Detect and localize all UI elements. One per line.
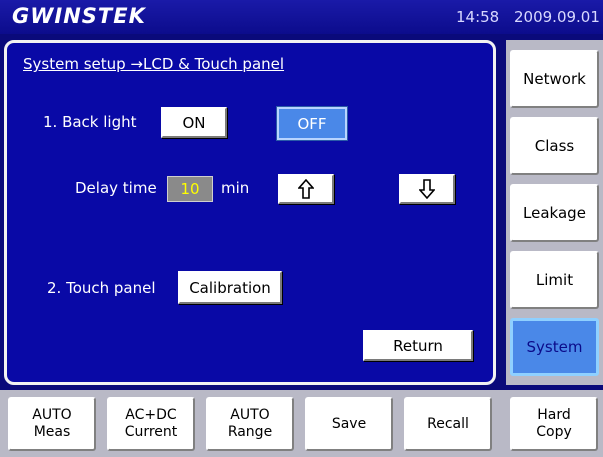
delay-increase-button[interactable] bbox=[278, 174, 334, 204]
down-arrow-icon bbox=[419, 179, 435, 199]
save-button[interactable]: Save bbox=[305, 397, 393, 451]
title-bar: GWINSTEK 14:58 2009.09.01 bbox=[0, 0, 603, 34]
delay-time-value[interactable]: 10 bbox=[167, 176, 213, 202]
auto-range-line2: Range bbox=[227, 424, 273, 440]
sidebar-item-class[interactable]: Class bbox=[510, 117, 599, 175]
clock-time: 14:58 bbox=[456, 8, 500, 26]
delay-time-unit: min bbox=[221, 179, 250, 197]
clock-date: 2009.09.01 bbox=[514, 8, 600, 26]
auto-range-button[interactable]: AUTO Range bbox=[206, 397, 294, 451]
sidebar-item-network[interactable]: Network bbox=[510, 50, 599, 108]
delay-decrease-button[interactable] bbox=[399, 174, 455, 204]
sidebar-item-system[interactable]: System bbox=[510, 318, 599, 376]
auto-meas-line1: AUTO bbox=[32, 407, 72, 423]
up-arrow-icon bbox=[298, 179, 314, 199]
brand-logo: GWINSTEK bbox=[12, 4, 146, 28]
delay-time-label: Delay time bbox=[75, 179, 157, 197]
hard-copy-line1: Hard bbox=[537, 407, 571, 423]
hard-copy-line2: Copy bbox=[536, 424, 572, 440]
sidebar-item-limit[interactable]: Limit bbox=[510, 251, 599, 309]
breadcrumb: System setup →LCD & Touch panel bbox=[23, 55, 285, 73]
save-label: Save bbox=[331, 415, 367, 432]
settings-panel: System setup →LCD & Touch panel 1. Back … bbox=[4, 40, 496, 385]
backlight-label: 1. Back light bbox=[43, 113, 137, 131]
touch-panel-label: 2. Touch panel bbox=[47, 279, 156, 297]
hard-copy-button[interactable]: Hard Copy bbox=[510, 397, 598, 451]
sidebar-item-leakage[interactable]: Leakage bbox=[510, 184, 599, 242]
auto-meas-button[interactable]: AUTO Meas bbox=[8, 397, 96, 451]
auto-meas-line2: Meas bbox=[33, 424, 71, 440]
return-button[interactable]: Return bbox=[363, 330, 473, 361]
recall-button[interactable]: Recall bbox=[404, 397, 492, 451]
ac-dc-current-line2: Current bbox=[124, 424, 178, 440]
calibration-button[interactable]: Calibration bbox=[178, 271, 282, 304]
auto-range-line1: AUTO bbox=[230, 407, 270, 423]
backlight-off-button[interactable]: OFF bbox=[277, 107, 347, 140]
ac-dc-current-button[interactable]: AC+DC Current bbox=[107, 397, 195, 451]
backlight-on-button[interactable]: ON bbox=[161, 107, 227, 138]
ac-dc-current-line1: AC+DC bbox=[125, 407, 177, 423]
recall-label: Recall bbox=[427, 415, 469, 432]
